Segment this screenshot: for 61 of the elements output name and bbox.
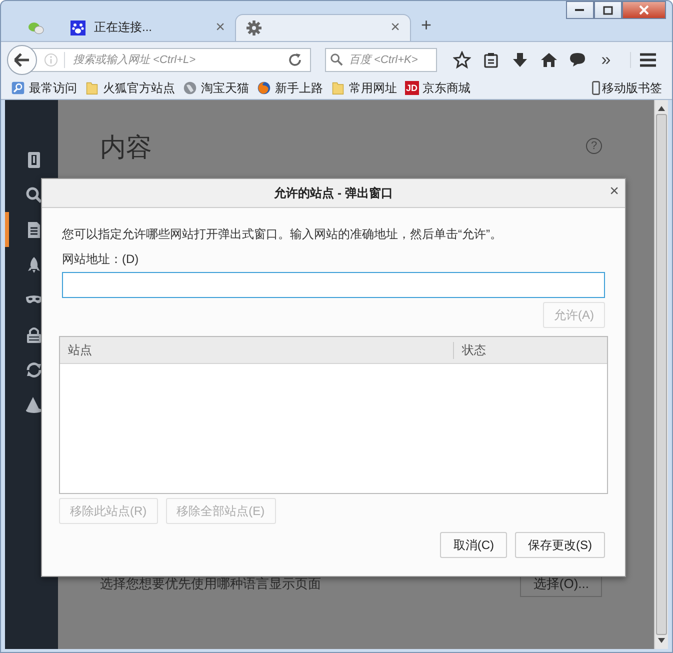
sync-icon bbox=[26, 362, 41, 377]
chat-icon bbox=[28, 20, 44, 36]
dialog-description: 您可以指定允许哪些网站打开弹出式窗口。输入网站的准确地址，然后单击“允许”。 bbox=[62, 226, 503, 243]
menu-button[interactable] bbox=[639, 52, 657, 68]
minimize-button[interactable] bbox=[566, 1, 594, 19]
maximize-button[interactable] bbox=[594, 1, 622, 19]
bookmark-link[interactable]: 新手上路 bbox=[275, 80, 323, 96]
wizard-hat-icon bbox=[26, 396, 42, 412]
search-field[interactable]: 百度 <Ctrl+K> bbox=[347, 52, 436, 66]
browser-tab[interactable]: 正在连接... × bbox=[59, 14, 235, 41]
overflow-button[interactable]: » bbox=[592, 50, 620, 70]
column-header[interactable]: 站点 bbox=[60, 342, 453, 358]
website-address-field[interactable] bbox=[62, 272, 605, 298]
folder-icon bbox=[85, 81, 99, 95]
close-tab-button[interactable]: × bbox=[390, 20, 400, 36]
jd-logo-icon: JD bbox=[405, 81, 419, 95]
scroll-up-icon[interactable] bbox=[658, 106, 665, 111]
maximize-icon bbox=[603, 6, 613, 14]
search-icon bbox=[330, 53, 343, 66]
mobile-bookmarks-link[interactable]: 移动版书签 bbox=[602, 80, 662, 96]
rocket-icon bbox=[28, 256, 40, 272]
minimize-icon bbox=[575, 8, 585, 12]
page-heading: 内容 bbox=[100, 131, 152, 164]
address-bar[interactable]: 搜索或输入网址 <Ctrl+L> bbox=[31, 48, 311, 72]
language-text: 选择您想要优先使用哪种语言显示页面 bbox=[100, 574, 321, 592]
browser-tab[interactable]: × bbox=[235, 14, 411, 41]
globe-icon bbox=[183, 81, 197, 95]
reload-icon[interactable] bbox=[288, 52, 302, 66]
scrollbar[interactable] bbox=[654, 100, 668, 649]
mask-icon bbox=[26, 295, 42, 303]
switch-icon bbox=[28, 152, 40, 168]
search-bar[interactable]: 百度 <Ctrl+K> bbox=[325, 48, 437, 72]
back-arrow-icon bbox=[14, 52, 30, 66]
dialog-title: 允许的站点 - 弹出窗口 bbox=[274, 184, 393, 202]
column-header[interactable]: 状态 bbox=[453, 342, 607, 358]
new-tab-button[interactable]: + bbox=[421, 15, 432, 36]
save-changes-button[interactable]: 保存更改(S) bbox=[515, 532, 605, 558]
bookmark-link[interactable]: 火狐官方站点 bbox=[103, 80, 175, 96]
back-button[interactable] bbox=[7, 44, 37, 74]
phone-icon bbox=[592, 81, 600, 95]
gear-icon bbox=[246, 20, 262, 36]
fox-globe-icon bbox=[257, 81, 271, 95]
search-icon bbox=[26, 186, 42, 203]
bookmark-link[interactable]: 京东商城 bbox=[422, 80, 471, 96]
bookmark-link[interactable]: 常用网址 bbox=[349, 80, 397, 96]
address-label: 网站地址：(D) bbox=[62, 251, 140, 268]
cancel-button[interactable]: 取消(C) bbox=[440, 532, 507, 558]
magnifier-page-icon bbox=[11, 81, 25, 95]
close-dialog-button[interactable]: × bbox=[610, 183, 619, 201]
folder-icon bbox=[331, 81, 345, 95]
scroll-down-icon[interactable] bbox=[658, 638, 665, 643]
close-button[interactable] bbox=[622, 1, 666, 19]
bookmark-link[interactable]: 淘宝天猫 bbox=[201, 80, 249, 96]
close-icon bbox=[638, 5, 650, 15]
close-tab-button[interactable]: × bbox=[216, 20, 225, 36]
address-field[interactable]: 搜索或输入网址 <Ctrl+L> bbox=[71, 52, 280, 66]
info-icon bbox=[44, 52, 58, 66]
paw-icon bbox=[70, 20, 86, 36]
bookmark-link[interactable]: 最常访问 bbox=[29, 80, 77, 96]
document-icon bbox=[28, 222, 40, 238]
padlock-icon bbox=[26, 327, 40, 342]
